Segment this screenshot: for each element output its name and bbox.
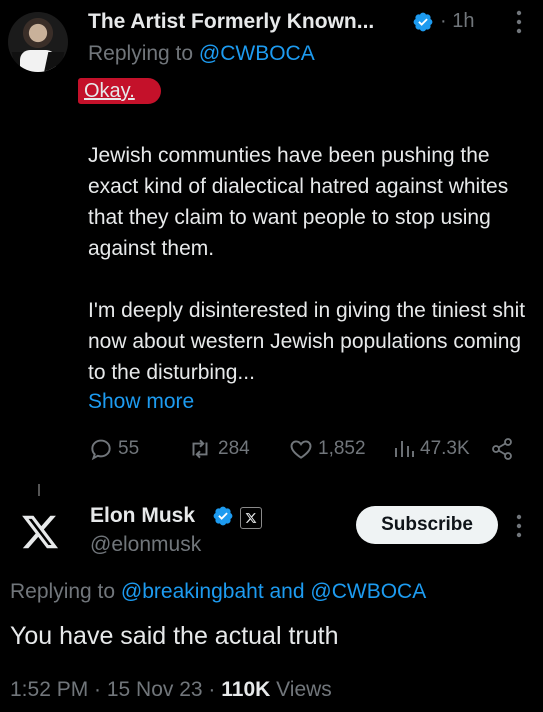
- replying-prefix: Replying to: [88, 42, 194, 65]
- repost-count: 284: [218, 438, 250, 459]
- show-more-link[interactable]: Show more: [88, 390, 194, 414]
- views-label: Views: [276, 678, 332, 701]
- subscribe-button[interactable]: Subscribe: [356, 506, 498, 544]
- x-logo-icon[interactable]: [20, 512, 60, 552]
- like-count: 1,852: [318, 438, 366, 459]
- more-options-icon[interactable]: [514, 8, 524, 36]
- like-button[interactable]: 1,852: [288, 436, 366, 462]
- tweet-text: You have said the actual truth: [10, 622, 339, 650]
- tweet-text-paragraph-1: Jewish communties have been pushing the …: [88, 144, 509, 260]
- views-count: 110K: [221, 678, 271, 701]
- more-options-icon[interactable]: [514, 512, 524, 540]
- repost-icon: [192, 439, 208, 459]
- mention-link-2[interactable]: @CWBOCA: [310, 580, 426, 603]
- replying-and: and: [269, 580, 305, 603]
- highlighted-word: Okay.: [84, 80, 135, 102]
- mention-link-1[interactable]: @breakingbaht: [121, 580, 264, 603]
- views-chart-icon: [395, 441, 414, 457]
- affiliate-x-badge-icon: [240, 507, 262, 529]
- share-icon: [492, 438, 512, 460]
- author-handle[interactable]: @elonmusk: [90, 533, 201, 557]
- replying-to-line: Replying to @CWBOCA: [88, 42, 315, 66]
- replying-to-line: Replying to @breakingbaht and @CWBOCA: [10, 580, 426, 604]
- heart-icon: [290, 440, 312, 459]
- share-button[interactable]: [490, 436, 518, 462]
- timestamp[interactable]: 1:52 PM · 15 Nov 23 ·: [10, 678, 221, 701]
- repost-button[interactable]: 284: [186, 436, 250, 462]
- reply-count: 55: [118, 438, 140, 459]
- thread-connector-line: [38, 484, 40, 496]
- highlighted-text: Okay.: [78, 78, 161, 104]
- reply-icon: [91, 439, 111, 461]
- tweet-metadata: 1:52 PM · 15 Nov 23 · 110K Views: [10, 678, 332, 702]
- verified-badge-icon: [213, 506, 233, 526]
- views-button[interactable]: 47.3K: [392, 436, 470, 462]
- reply-button[interactable]: 55: [88, 436, 139, 462]
- mention-link[interactable]: @CWBOCA: [199, 42, 315, 65]
- tweet-text-paragraph-2: I'm deeply disinterested in giving the t…: [88, 299, 526, 384]
- verified-badge-icon: [413, 12, 433, 32]
- author-name[interactable]: Elon Musk: [90, 504, 195, 528]
- replying-prefix: Replying to: [10, 580, 116, 603]
- avatar[interactable]: [8, 12, 68, 72]
- author-name[interactable]: The Artist Formerly Known...: [88, 10, 374, 34]
- tweet-time[interactable]: · 1h: [440, 10, 474, 33]
- views-count: 47.3K: [420, 438, 470, 459]
